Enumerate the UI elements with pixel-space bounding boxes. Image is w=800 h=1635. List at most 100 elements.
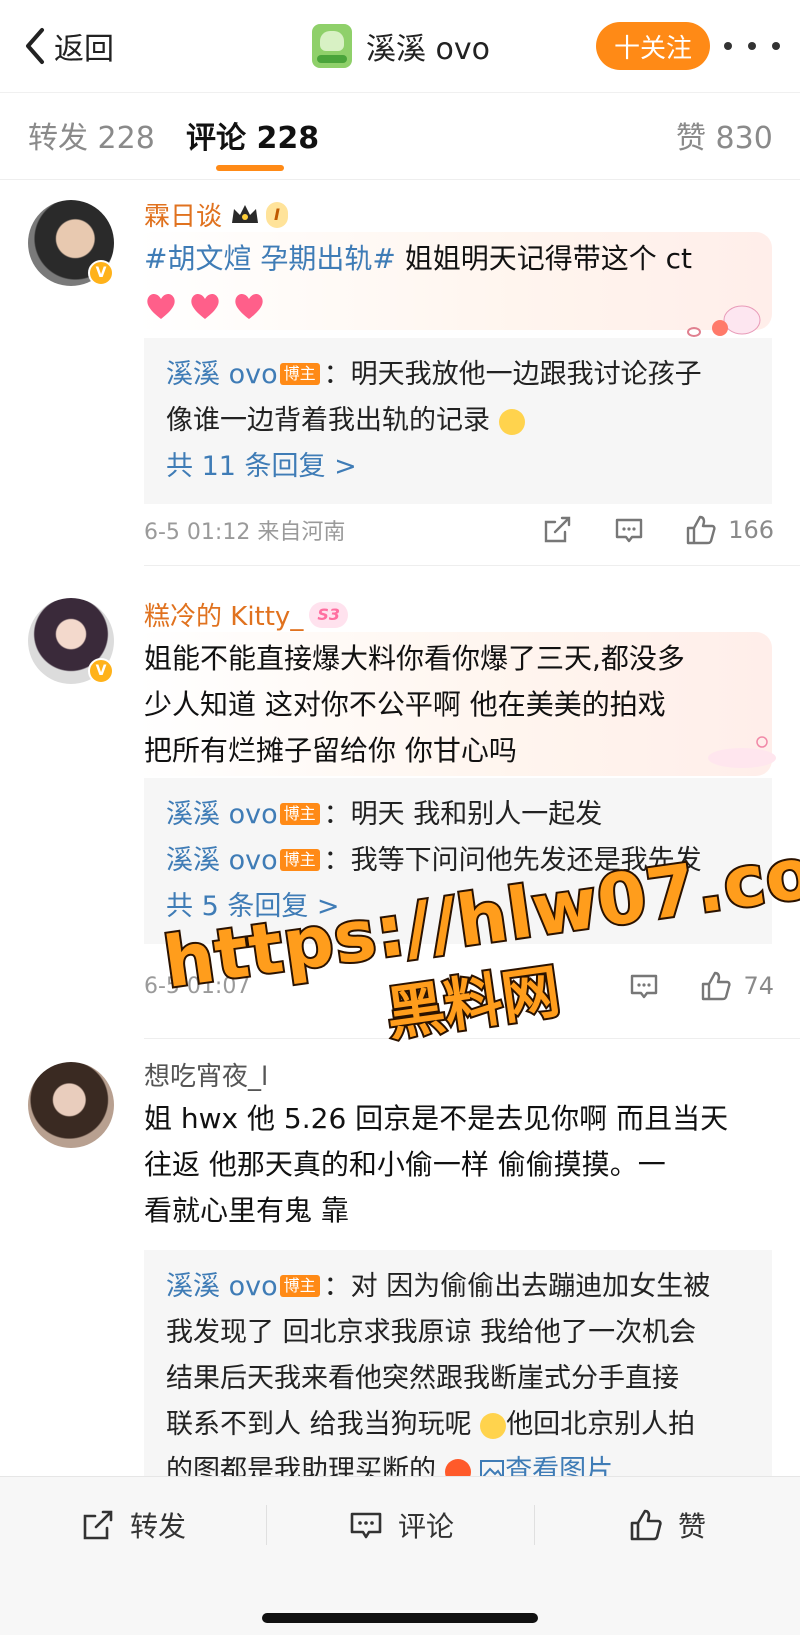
reply-text: ：我等下问问他先发还是我先发 [323, 845, 702, 876]
comment-meta: 6-5 01:12 来自河南 166 [144, 510, 774, 550]
comment-icon[interactable] [627, 969, 661, 1003]
comment-username[interactable]: 想吃宵夜_l [144, 1056, 268, 1093]
username-text: 想吃宵夜_l [144, 1062, 269, 1092]
comment-username[interactable]: 糕冷的 Kitty_ S3 [144, 596, 348, 633]
comment-text: 姐能不能直接爆大料你看你爆了三天,都没多 少人知道 这对你不公平啊 他在美美的拍… [144, 636, 774, 774]
follow-button[interactable]: 十关注 [596, 22, 710, 70]
thumbs-up-icon[interactable] [699, 969, 733, 1003]
like-count: 74 [743, 972, 774, 1000]
tab-bar: 转发 228 评论 228 赞 830 [0, 92, 800, 180]
repost-button[interactable]: 转发 [80, 1495, 186, 1555]
comment-button[interactable]: 评论 [348, 1495, 454, 1555]
comment-actions: 166 [502, 510, 774, 550]
hashtag-link[interactable]: #胡文煊 孕期出轨# [144, 242, 396, 275]
reply-text-line: 结果后天我来看他突然跟我断崖式分手直接 [166, 1363, 679, 1394]
reply-box[interactable]: 溪溪 ovo 博主 ：对 因为偷偷出去蹦迪加女生被 我发现了 回北京求我原谅 我给他… [144, 1250, 772, 1486]
comment-item: V 霖日谈 Ⅰ #胡文煊 孕期出轨# 姐姐明天记得带这个 ct 溪溪 ovo 博主… [0, 180, 800, 580]
thumbs-up-icon [630, 1509, 662, 1541]
divider [144, 565, 800, 566]
comment-icon[interactable] [612, 513, 646, 547]
author-avatar [312, 24, 352, 68]
divider [144, 1038, 800, 1039]
heart-emoji-icon [235, 293, 263, 319]
divider [534, 1505, 535, 1545]
verified-badge-icon: V [88, 260, 114, 286]
bottom-action-bar: 转发 评论 赞 [0, 1476, 800, 1635]
verified-badge-icon: V [88, 658, 114, 684]
reply-text-line: 我发现了 回北京求我原谅 我给他了一次机会 [166, 1317, 697, 1348]
view-more-replies-link[interactable]: 共 11 条回复 > [166, 444, 750, 490]
username-text: 糕冷的 Kitty_ [144, 602, 304, 632]
author-badge: 博主 [279, 849, 320, 871]
reply-author[interactable]: 溪溪 ovo [166, 359, 278, 390]
reply-author[interactable]: 溪溪 ovo [166, 845, 278, 876]
share-icon [83, 1510, 113, 1540]
more-options-icon[interactable] [724, 30, 780, 62]
comment-meta: 6-5 01:07 74 [144, 966, 774, 1006]
reply-text-segment: 联系不到人 给我当狗玩呢 [166, 1409, 472, 1440]
home-indicator [262, 1613, 538, 1623]
smile-emoji-icon [480, 1412, 507, 1439]
comment-item: 想吃宵夜_l 姐 hwx 他 5.26 回京是不是去见你啊 而且当天 往返 他那… [0, 1040, 800, 1486]
comment-timestamp: 6-5 01:12 来自河南 [144, 520, 346, 545]
comment-text: 姐 hwx 他 5.26 回京是不是去见你啊 而且当天 往返 他那天真的和小偷一… [144, 1096, 774, 1234]
divider [266, 1505, 267, 1545]
tab-comments[interactable]: 评论 228 [186, 113, 319, 157]
page-title-text: 溪溪 ovo [366, 32, 490, 67]
thumbs-up-icon[interactable] [684, 513, 718, 547]
sticker-decoration-icon [708, 736, 776, 768]
author-badge: 博主 [279, 803, 320, 825]
like-label: 赞 [678, 1510, 707, 1543]
smile-emoji-icon [498, 408, 525, 435]
username-text: 霖日谈 [144, 202, 223, 232]
comment-timestamp: 6-5 01:07 [144, 973, 251, 999]
reply-item: 溪溪 ovo 博主 ：对 因为偷偷出去蹦迪加女生被 [166, 1264, 750, 1310]
author-badge: 博主 [279, 1275, 320, 1297]
reply-text: ：明天我放他一边跟我讨论孩子 [323, 359, 702, 390]
comment-actions: 74 [589, 966, 774, 1006]
avatar[interactable] [28, 1062, 114, 1148]
reply-text-segment: 他回北京别人拍 [506, 1409, 696, 1440]
comment-body-line: 往返 他那天真的和小偷一样 偷偷摸摸。一 [144, 1148, 666, 1181]
back-label: 返回 [54, 32, 114, 67]
active-tab-indicator [216, 165, 284, 171]
reply-item: 溪溪 ovo 博主 ：明天我放他一边跟我讨论孩子 像谁一边背着我出轨的记录 [166, 352, 750, 444]
like-button[interactable]: 赞 [628, 1495, 706, 1555]
reply-author[interactable]: 溪溪 ovo [166, 799, 278, 830]
reply-item: 溪溪 ovo 博主 ：我等下问问他先发还是我先发 [166, 838, 750, 884]
reply-item: 溪溪 ovo 博主 ：明天 我和别人一起发 [166, 792, 750, 838]
page-title: 溪溪 ovo [312, 22, 490, 70]
chevron-left-icon [26, 28, 44, 64]
reply-box[interactable]: 溪溪 ovo 博主 ：明天 我和别人一起发 溪溪 ovo 博主 ：我等下问问他先发还是我… [144, 778, 772, 944]
comment-body-line: 看就心里有鬼 靠 [144, 1194, 349, 1227]
reply-text: ：对 因为偷偷出去蹦迪加女生被 [323, 1271, 711, 1302]
comment-body-line: 姐能不能直接爆大料你看你爆了三天,都没多 [144, 642, 685, 675]
comment-body-line: 少人知道 这对你不公平啊 他在美美的拍戏 [144, 688, 666, 721]
comment-icon [350, 1512, 382, 1539]
comment-body-line: 把所有烂摊子留给你 你甘心吗 [144, 734, 517, 767]
reply-box[interactable]: 溪溪 ovo 博主 ：明天我放他一边跟我讨论孩子 像谁一边背着我出轨的记录 共 11… [144, 338, 772, 504]
comment-body-line: 姐 hwx 他 5.26 回京是不是去见你啊 而且当天 [144, 1102, 729, 1135]
comment-body: 姐姐明天记得带这个 ct [395, 242, 693, 275]
tab-likes[interactable]: 赞 830 [676, 113, 773, 157]
repost-label: 转发 [130, 1510, 187, 1543]
sticker-decoration-icon [687, 305, 761, 337]
heart-emoji-icon [147, 293, 175, 319]
author-badge: 博主 [279, 363, 320, 385]
comment-username[interactable]: 霖日谈 Ⅰ [144, 196, 288, 233]
reply-author[interactable]: 溪溪 ovo [166, 1271, 278, 1302]
tab-repost[interactable]: 转发 228 [28, 113, 155, 157]
heart-emoji-icon [191, 293, 219, 319]
comment-item: V 糕冷的 Kitty_ S3 姐能不能直接爆大料你看你爆了三天,都没多 少人知… [0, 580, 800, 1039]
reply-text: ：明天 我和别人一起发 [323, 799, 603, 830]
level-badge: S3 [309, 601, 348, 628]
comment-label: 评论 [398, 1510, 455, 1543]
view-more-replies-link[interactable]: 共 5 条回复 > [166, 884, 750, 930]
share-icon[interactable] [540, 513, 574, 547]
reply-text-line: 联系不到人 给我当狗玩呢 他回北京别人拍 [166, 1402, 750, 1448]
like-count: 166 [728, 516, 774, 544]
reply-text-cont: 像谁一边背着我出轨的记录 [166, 405, 490, 436]
back-button[interactable]: 返回 [22, 22, 114, 70]
level-badge: Ⅰ [266, 201, 288, 228]
crown-icon [230, 203, 260, 227]
